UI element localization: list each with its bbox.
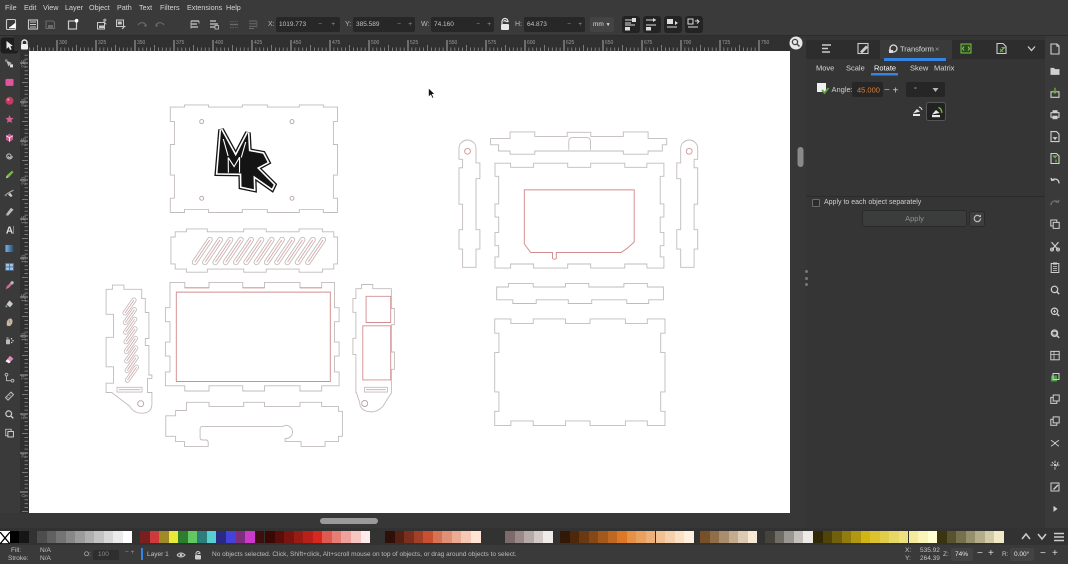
- svg-text:225: 225: [22, 137, 28, 146]
- svg-text:25: 25: [22, 452, 28, 458]
- svg-text:700: 700: [683, 40, 692, 46]
- svg-text:Rotate: Rotate: [874, 64, 896, 73]
- svg-text:275: 275: [22, 59, 28, 68]
- svg-text:450: 450: [293, 40, 302, 46]
- svg-text:425: 425: [254, 40, 263, 46]
- svg-text:750: 750: [761, 40, 770, 46]
- svg-text:125: 125: [22, 293, 28, 302]
- svg-text:600: 600: [527, 40, 536, 46]
- svg-text:550: 550: [449, 40, 458, 46]
- svg-text:−: −: [884, 85, 890, 96]
- svg-text:500: 500: [371, 40, 380, 46]
- svg-text:575: 575: [488, 40, 497, 46]
- svg-text:625: 625: [566, 40, 575, 46]
- svg-text:475: 475: [332, 40, 341, 46]
- svg-text:325: 325: [98, 40, 107, 46]
- svg-text:350: 350: [137, 40, 146, 46]
- svg-text:150: 150: [22, 254, 28, 263]
- svg-text:0: 0: [22, 494, 28, 497]
- svg-text:×: ×: [935, 45, 939, 54]
- svg-text:400: 400: [215, 40, 224, 46]
- svg-text:725: 725: [722, 40, 731, 46]
- svg-text:250: 250: [22, 98, 28, 107]
- svg-text:650: 650: [605, 40, 614, 46]
- svg-text:Scale: Scale: [846, 64, 865, 73]
- svg-text:375: 375: [176, 40, 185, 46]
- svg-text:50: 50: [22, 413, 28, 419]
- svg-text:75: 75: [22, 374, 28, 380]
- svg-text:175: 175: [22, 215, 28, 224]
- svg-text:Transform: Transform: [900, 45, 934, 54]
- svg-text:+: +: [893, 86, 899, 97]
- svg-text:675: 675: [644, 40, 653, 46]
- svg-text:A: A: [6, 226, 13, 237]
- svg-text:300: 300: [59, 40, 68, 46]
- svg-text:Move: Move: [816, 64, 834, 73]
- svg-text:Skew: Skew: [910, 64, 929, 73]
- svg-text:200: 200: [22, 176, 28, 185]
- svg-text:°: °: [914, 86, 917, 94]
- svg-text:Matrix: Matrix: [934, 64, 955, 73]
- svg-text:525: 525: [410, 40, 419, 46]
- svg-text:Angle:: Angle:: [832, 85, 853, 94]
- svg-text:45.000: 45.000: [857, 86, 880, 95]
- svg-text:100: 100: [22, 332, 28, 341]
